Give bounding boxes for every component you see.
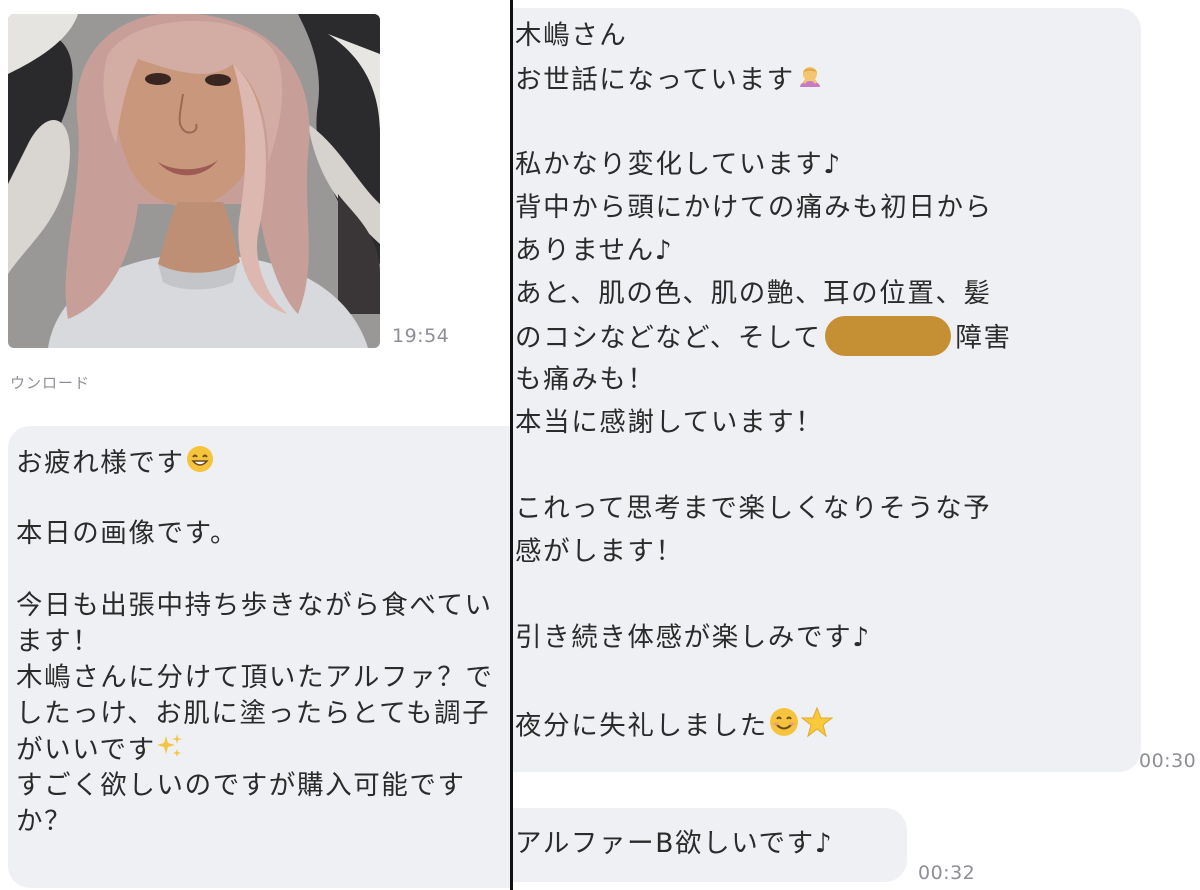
download-link[interactable]: ウンロード <box>10 372 90 393</box>
message-timestamp: 00:30 <box>1139 750 1197 772</box>
message-line: したっけ、お肌に塗ったらとても調子 <box>16 698 491 729</box>
person-bowing-emoji <box>795 61 825 101</box>
redaction-mark <box>825 316 952 356</box>
message-text-left: お疲れ様です 本日の画像です。 今日も出張中持ち歩きながら食べてい ます！ 木嶋… <box>16 444 492 840</box>
photo-timestamp: 19:54 <box>392 325 450 347</box>
message-line: 引き続き体感が楽しみです♪ <box>515 622 871 653</box>
message-line: あと、肌の色、肌の艶、耳の位置、髪 <box>515 278 992 309</box>
message-line: 今日も出張中持ち歩きながら食べてい <box>16 590 493 621</box>
message-line: 私かなり変化しています♪ <box>515 149 842 180</box>
star-emoji <box>800 706 834 748</box>
sparkles-emoji <box>156 732 184 770</box>
message-line: 背中から頭にかけての痛みも初日から <box>515 192 993 223</box>
right-chat-panel: 木嶋さん お世話になっています 私かなり変化しています♪ 背中から頭にかけての痛… <box>513 0 1200 890</box>
message-line: お疲れ様です <box>16 444 215 484</box>
message-bubble-right: 木嶋さん お世話になっています 私かなり変化しています♪ 背中から頭にかけての痛… <box>513 8 1141 772</box>
grinning-face-emoji <box>185 444 215 484</box>
message-line: すごく欲しいのですが購入可能です <box>16 770 466 801</box>
left-chat-panel: 19:54 ウンロード お疲れ様です 本日の画像です。 今日も出張中持ち歩きなが… <box>0 0 510 890</box>
message-line: も痛みも！ <box>515 364 656 395</box>
message-text-right: 木嶋さん お世話になっています 私かなり変化しています♪ 背中から頭にかけての痛… <box>515 18 1010 742</box>
message-line: ありません♪ <box>515 235 674 266</box>
message-line: お世話になっています <box>515 61 825 101</box>
chat-screenshot-composite: 19:54 ウンロード お疲れ様です 本日の画像です。 今日も出張中持ち歩きなが… <box>0 0 1200 890</box>
message-line: ます！ <box>16 626 101 657</box>
message-line: か？ <box>16 806 73 837</box>
message-line: 感がします！ <box>515 536 684 567</box>
message-text-small: アルファーB欲しいです♪ <box>515 828 834 859</box>
message-line: 夜分に失礼しました <box>515 706 834 748</box>
message-timestamp: 00:32 <box>918 862 976 884</box>
message-line: 本日の画像です。 <box>16 518 239 549</box>
message-line: がいいです <box>16 732 184 770</box>
message-bubble-right-small: アルファーB欲しいです♪ <box>513 808 907 882</box>
message-bubble-left: お疲れ様です 本日の画像です。 今日も出張中持ち歩きながら食べてい ます！ 木嶋… <box>8 426 510 888</box>
message-line: のコシなどなど、そして 障害 <box>515 316 1012 359</box>
message-line: 木嶋さん <box>515 20 628 51</box>
message-line: 本当に感謝しています！ <box>515 407 824 438</box>
message-line: これって思考まで楽しくなりそうな予 <box>515 493 992 524</box>
message-line: 木嶋さんに分けて頂いたアルファ？で <box>16 662 494 693</box>
selfie-image <box>8 14 380 348</box>
chat-photo[interactable] <box>8 14 380 348</box>
smiling-face-emoji <box>768 706 800 748</box>
